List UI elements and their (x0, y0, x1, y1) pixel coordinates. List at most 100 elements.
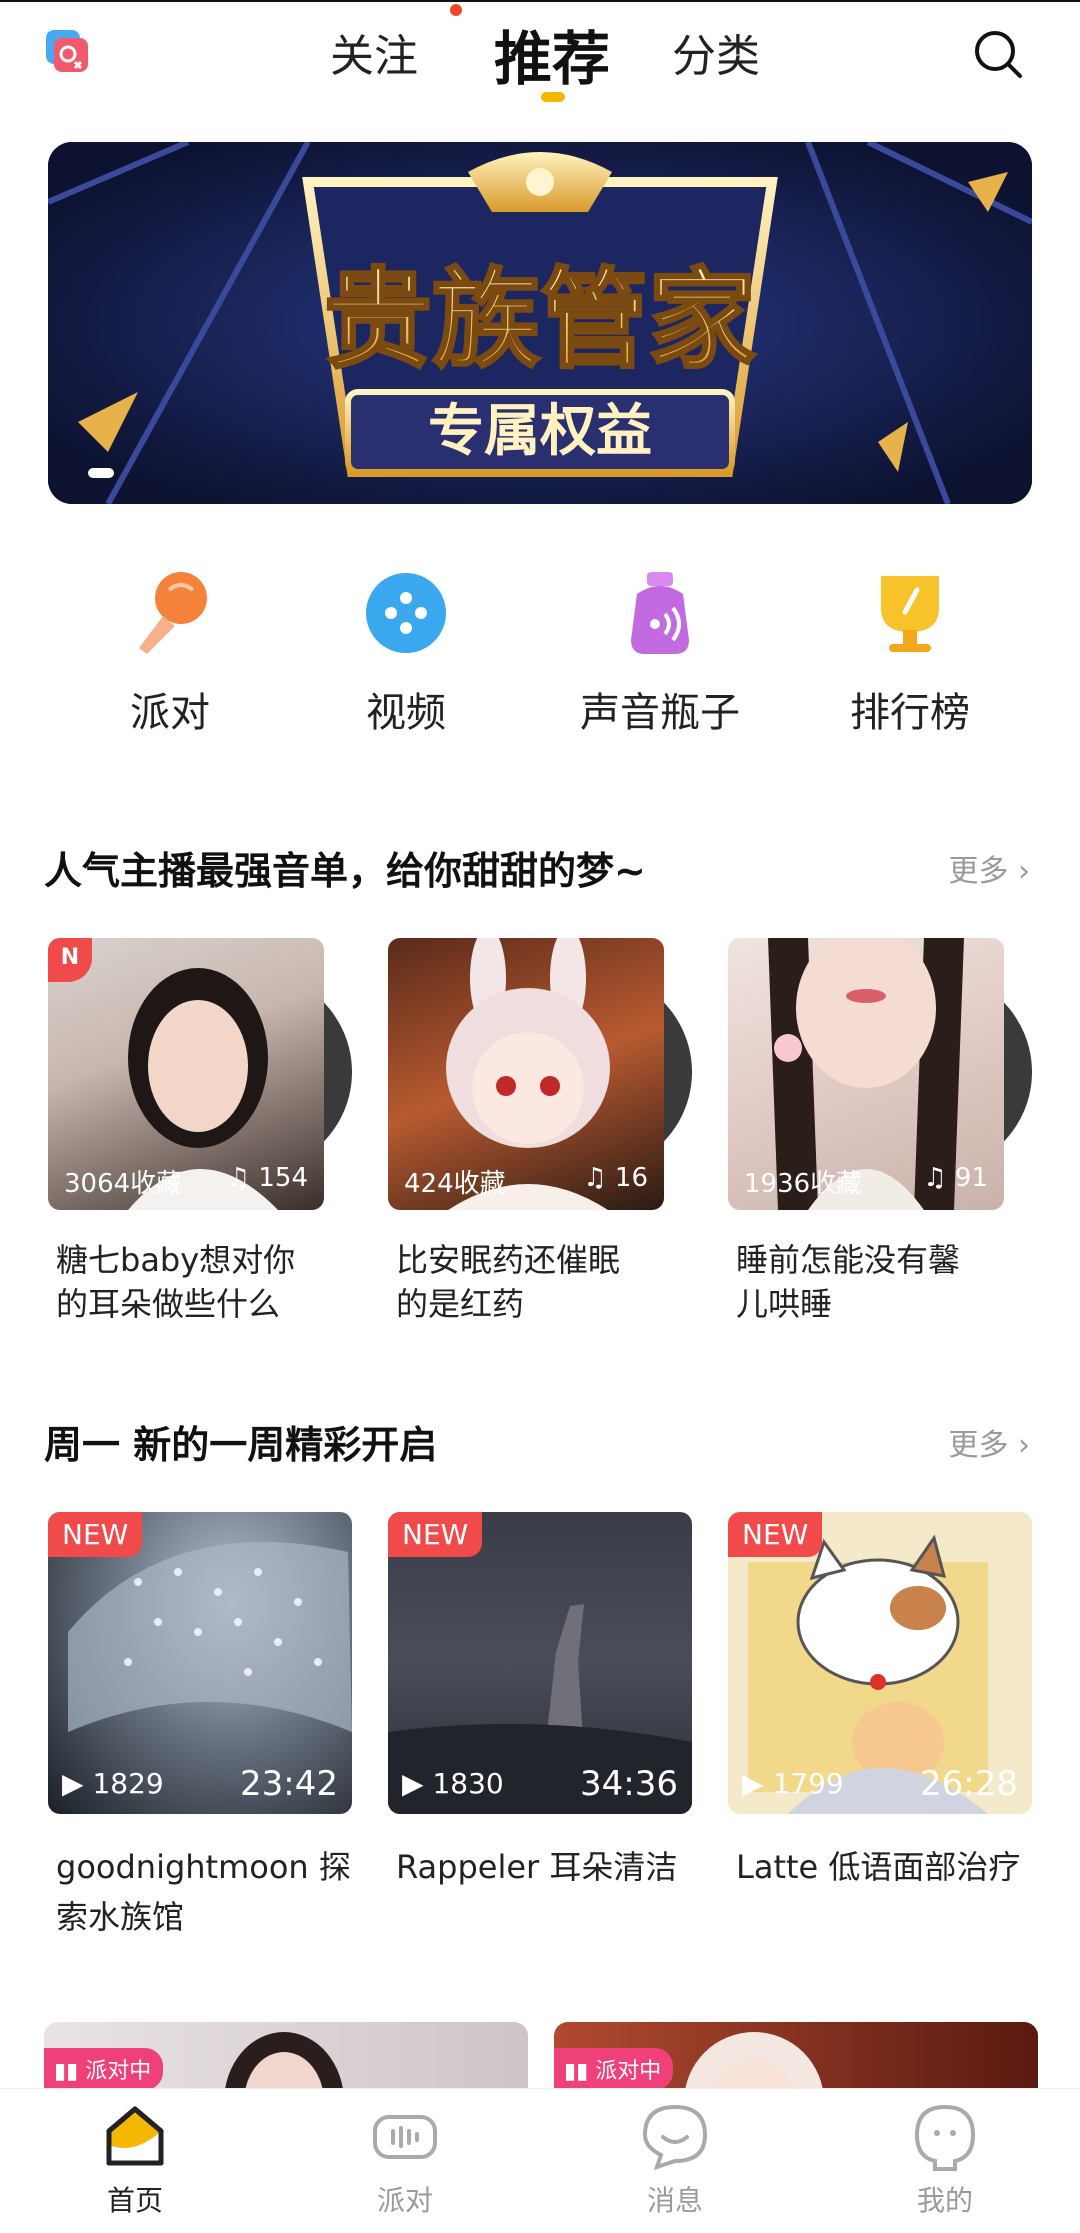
bottom-nav: 首页 派对 消息 我的 (0, 2088, 1080, 2233)
play-icon: ▶ (62, 1767, 93, 1800)
nav-messages[interactable]: 消息 (605, 2101, 745, 2219)
video-title-line: goodnightmoon 探 (56, 1848, 351, 1886)
favorites-count: 424收藏 (404, 1169, 506, 1199)
nav-label: 消息 (646, 2184, 703, 2217)
carousel-indicator (88, 468, 114, 478)
chevron-right-icon: › (1018, 854, 1030, 889)
microphone-icon (139, 572, 207, 654)
new-badge: NEW (728, 1512, 823, 1557)
play-count: 1799 (772, 1767, 844, 1800)
video-card[interactable]: NEW ▶ 1829 23:42 goodnightmoon 探 索水族馆 (48, 1512, 358, 1936)
video-title: goodnightmoon 探 索水族馆 (56, 1842, 366, 1942)
video-duration: 23:42 (240, 1764, 338, 1804)
banner-artwork: 贵族管家 专属权益 (48, 142, 1032, 504)
party-icon (373, 2115, 437, 2159)
playlist-card[interactable]: 424收藏 ♫ 16 比安眠药还催眠 的是红药 (388, 938, 692, 1323)
more-label: 更多 (948, 854, 1009, 889)
playlist-stats: 3064收藏 ♫ 154 (48, 1163, 324, 1200)
category-label: 声音瓶子 (580, 690, 740, 736)
section-title-playlists: 人气主播最强音单，给你甜甜的梦~ (44, 849, 646, 893)
playlist-title-line: 的是红药 (396, 1285, 525, 1323)
video-icon (366, 573, 446, 653)
app-logo-icon[interactable] (44, 28, 92, 76)
video-card[interactable]: NEW ▶ 1830 34:36 Rappeler 耳朵清洁 (388, 1512, 698, 1886)
track-count-wrap: ♫ 91 (923, 1163, 988, 1200)
active-tab-indicator (541, 92, 565, 102)
play-icon: ▶ (402, 1767, 433, 1800)
category-sound-bottle[interactable]: 声音瓶子 (560, 568, 760, 738)
playlist-title-line: 儿哄睡 (736, 1285, 833, 1323)
video-card[interactable]: NEW ▶ 1799 26:28 Latte 低语面部治疗 (728, 1512, 1038, 1886)
video-thumbnail: NEW ▶ 1799 26:28 (728, 1512, 1032, 1814)
category-label: 排行榜 (850, 690, 970, 736)
music-note-icon: ♫ (226, 1163, 259, 1193)
message-icon (642, 2104, 708, 2171)
play-count-wrap: ▶ 1799 (742, 1767, 844, 1800)
playlist-title: 糖七baby想对你 的耳朵做些什么 (56, 1238, 346, 1326)
playlist-title-line: 睡前怎能没有馨 (736, 1241, 961, 1279)
party-live-tag: ▮▮ 派对中 (44, 2048, 164, 2090)
play-icon: ▶ (742, 1767, 773, 1800)
playlist-card[interactable]: N 3064收藏 ♫ 154 糖七baby想对你 的耳朵做些什么 (48, 938, 352, 1323)
party-tag-label: 派对中 (595, 2059, 662, 2084)
search-icon[interactable] (972, 28, 1024, 80)
sound-wave-icon: ▮▮ (564, 2059, 596, 2084)
playlist-title: 睡前怎能没有馨 儿哄睡 (736, 1238, 1026, 1326)
banner-subtitle: 专属权益 (428, 399, 652, 462)
playlist-stats: 424收藏 ♫ 16 (388, 1163, 664, 1200)
notification-dot (450, 4, 462, 16)
playlist-cover: N 3064收藏 ♫ 154 (48, 938, 324, 1210)
video-title-line: Rappeler 耳朵清洁 (396, 1848, 678, 1886)
track-count: 91 (954, 1163, 988, 1193)
sound-wave-icon: ▮▮ (54, 2059, 86, 2084)
music-note-icon: ♫ (583, 1163, 615, 1193)
promo-banner[interactable]: 贵族管家 专属权益 (48, 142, 1032, 504)
party-room-card[interactable]: ▮▮ 派对中 (44, 2022, 528, 2092)
trophy-icon (881, 576, 939, 652)
more-label: 更多 (948, 1428, 1009, 1463)
video-thumbnail: NEW ▶ 1829 23:42 (48, 1512, 352, 1814)
playlist-cover: 1936收藏 ♫ 91 (728, 938, 1004, 1210)
video-duration: 26:28 (920, 1764, 1018, 1804)
playlist-title-line: 比安眠药还催眠 (396, 1241, 621, 1279)
nav-label: 派对 (376, 2184, 433, 2217)
new-badge: NEW (48, 1512, 143, 1557)
favorites-count: 1936收藏 (744, 1169, 863, 1199)
category-party[interactable]: 派对 (70, 568, 270, 738)
tab-recommend[interactable]: 推荐 (494, 12, 610, 96)
category-ranking[interactable]: 排行榜 (810, 568, 1010, 738)
home-icon (106, 2106, 164, 2166)
video-thumbnail: NEW ▶ 1830 34:36 (388, 1512, 692, 1814)
party-room-card[interactable]: ▮▮ 派对中 (554, 2022, 1038, 2092)
play-count-wrap: ▶ 1830 (402, 1767, 504, 1800)
favorites-count: 3064收藏 (64, 1169, 183, 1199)
category-video[interactable]: 视频 (306, 568, 506, 738)
nav-label: 首页 (106, 2184, 163, 2217)
track-count-wrap: ♫ 154 (227, 1163, 308, 1200)
track-count: 154 (258, 1163, 308, 1193)
nav-party[interactable]: 派对 (335, 2101, 475, 2219)
nav-home[interactable]: 首页 (65, 2101, 205, 2219)
sound-bottle-icon (631, 572, 689, 654)
tab-category[interactable]: 分类 (672, 20, 760, 84)
track-count: 16 (614, 1163, 648, 1193)
more-link-playlists[interactable]: 更多 › (948, 846, 1030, 890)
category-label: 派对 (130, 690, 210, 736)
nav-profile[interactable]: 我的 (875, 2101, 1015, 2219)
video-title: Rappeler 耳朵清洁 (396, 1842, 706, 1892)
video-title-line: 索水族馆 (56, 1898, 185, 1936)
tab-follow[interactable]: 关注 (330, 20, 418, 84)
track-count-wrap: ♫ 16 (583, 1163, 648, 1200)
play-count: 1829 (92, 1767, 164, 1800)
playlist-title: 比安眠药还催眠 的是红药 (396, 1238, 686, 1326)
playlist-title-line: 糖七baby想对你 (56, 1241, 296, 1279)
playlist-card[interactable]: 1936收藏 ♫ 91 睡前怎能没有馨 儿哄睡 (728, 938, 1032, 1323)
playlist-title-line: 的耳朵做些什么 (56, 1285, 281, 1323)
party-live-tag: ▮▮ 派对中 (554, 2048, 674, 2090)
more-link-videos[interactable]: 更多 › (948, 1420, 1030, 1464)
top-nav: 关注 推荐 分类 (0, 0, 1080, 130)
play-count-wrap: ▶ 1829 (62, 1767, 164, 1800)
video-title-line: Latte 低语面部治疗 (736, 1848, 1021, 1886)
playlist-stats: 1936收藏 ♫ 91 (728, 1163, 1004, 1200)
new-badge: NEW (388, 1512, 483, 1557)
